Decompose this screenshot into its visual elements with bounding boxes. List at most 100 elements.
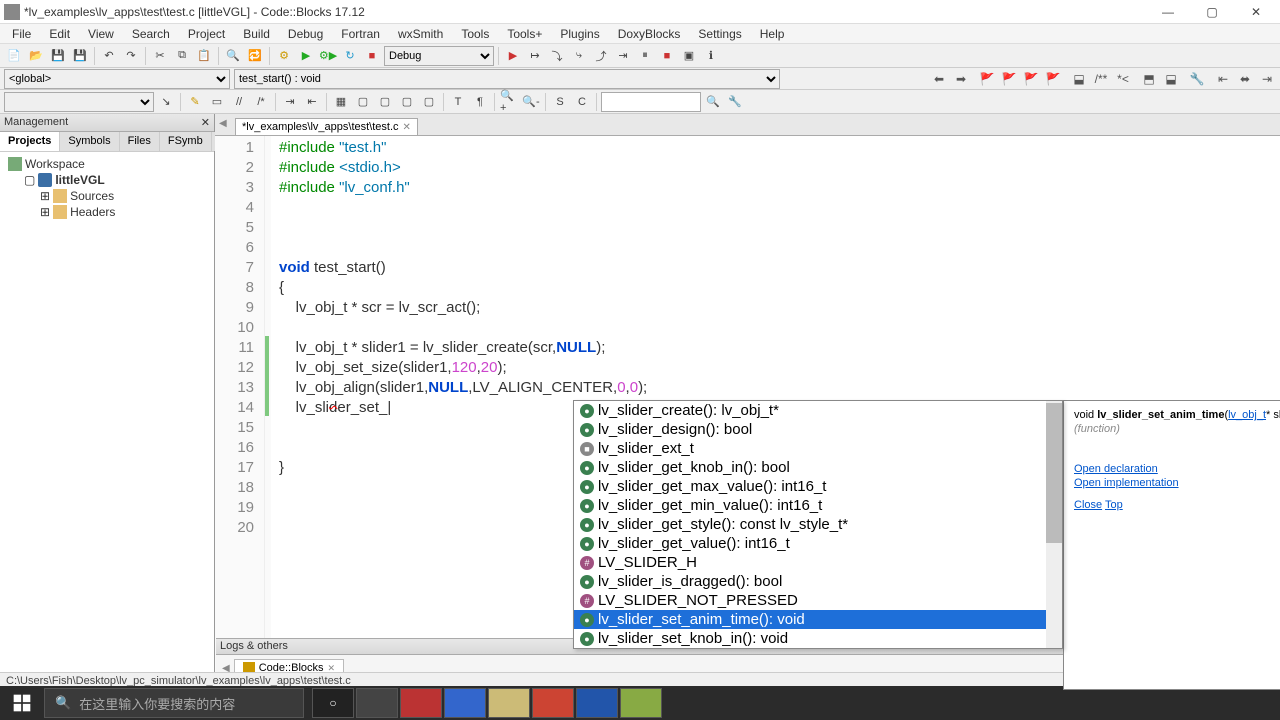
- redo-icon[interactable]: ↷: [121, 46, 141, 66]
- step-over-icon[interactable]: ⤵: [547, 46, 567, 66]
- tab-projects[interactable]: Projects: [0, 132, 60, 151]
- menu-settings[interactable]: Settings: [690, 25, 749, 43]
- jump-icon[interactable]: ⬌: [1236, 70, 1254, 88]
- block-comment-icon[interactable]: /*: [251, 92, 271, 112]
- box3-icon[interactable]: ▢: [397, 92, 417, 112]
- headers-folder[interactable]: Headers: [70, 205, 115, 219]
- paste-icon[interactable]: 📋: [194, 46, 214, 66]
- step-into-icon[interactable]: ⤷: [569, 46, 589, 66]
- scope-select-right[interactable]: test_start() : void: [234, 69, 780, 89]
- sources-folder[interactable]: Sources: [70, 189, 114, 203]
- tab-scroll-left-icon[interactable]: ◀: [219, 118, 227, 129]
- doc-close-link[interactable]: Close: [1074, 499, 1102, 511]
- autocomplete-item[interactable]: ●lv_slider_get_knob_in(): bool: [574, 458, 1062, 477]
- menu-project[interactable]: Project: [180, 25, 233, 43]
- menu-fortran[interactable]: Fortran: [333, 25, 388, 43]
- tab-symbols[interactable]: Symbols: [60, 132, 119, 151]
- menu-plugins[interactable]: Plugins: [552, 25, 607, 43]
- tab-files[interactable]: Files: [120, 132, 160, 151]
- chart-icon[interactable]: ⬓: [1162, 70, 1180, 88]
- autocomplete-item[interactable]: ●lv_slider_get_min_value(): int16_t: [574, 496, 1062, 515]
- search-opts-icon[interactable]: 🔧: [725, 92, 745, 112]
- nav-fwd-icon[interactable]: ➡: [952, 70, 970, 88]
- menu-tools+[interactable]: Tools+: [499, 25, 550, 43]
- autocomplete-item[interactable]: ●lv_slider_design(): bool: [574, 420, 1062, 439]
- indent-icon[interactable]: ⇥: [280, 92, 300, 112]
- search-go-icon[interactable]: 🔍: [703, 92, 723, 112]
- taskbar-word-icon[interactable]: [576, 688, 618, 718]
- box2-icon[interactable]: ▢: [375, 92, 395, 112]
- wrench-icon[interactable]: 🔧: [1188, 70, 1206, 88]
- s-icon[interactable]: S: [550, 92, 570, 112]
- doxy-icon[interactable]: ⬓: [1070, 70, 1088, 88]
- scope-select-left[interactable]: <global>: [4, 69, 230, 89]
- build-target-select[interactable]: Debug: [384, 46, 494, 66]
- menu-debug[interactable]: Debug: [280, 25, 331, 43]
- tab-fsymb[interactable]: FSymb: [160, 132, 212, 151]
- taskbar-edge-icon[interactable]: [444, 688, 486, 718]
- undo-icon[interactable]: ↶: [99, 46, 119, 66]
- taskbar-search[interactable]: 🔍 在这里输入你要搜索的内容: [44, 688, 304, 718]
- box1-icon[interactable]: ▢: [353, 92, 373, 112]
- expand-icon[interactable]: ⊞: [40, 189, 50, 203]
- maximize-button[interactable]: ▢: [1192, 2, 1232, 22]
- bookmark-next-icon[interactable]: 🚩: [1022, 70, 1040, 88]
- jump-to-icon[interactable]: ↘: [156, 92, 176, 112]
- debug-windows-icon[interactable]: ▣: [679, 46, 699, 66]
- build-run-icon[interactable]: ⚙▶: [318, 46, 338, 66]
- save-icon[interactable]: 💾: [48, 46, 68, 66]
- autocomplete-item[interactable]: ●lv_slider_get_style(): const lv_style_t…: [574, 515, 1062, 534]
- panel-close-icon[interactable]: ✕: [201, 116, 210, 129]
- expand-icon[interactable]: ▢: [24, 173, 35, 187]
- nav-back-icon[interactable]: ⬅: [930, 70, 948, 88]
- save-all-icon[interactable]: 💾: [70, 46, 90, 66]
- bookmark-toggle-icon[interactable]: 🚩: [978, 70, 996, 88]
- abort-icon[interactable]: ■: [362, 46, 382, 66]
- editor-tab[interactable]: *lv_examples\lv_apps\test\test.c ✕: [235, 118, 418, 135]
- autocomplete-item[interactable]: ●lv_slider_set_anim_time(): void: [574, 610, 1062, 629]
- doc-type-link[interactable]: lv_obj_t: [1228, 409, 1266, 421]
- unindent-icon[interactable]: ⇤: [302, 92, 322, 112]
- taskbar-powerpoint-icon[interactable]: [532, 688, 574, 718]
- find-icon[interactable]: 🔍: [223, 46, 243, 66]
- jump-back-icon[interactable]: ⇤: [1214, 70, 1232, 88]
- bookmark-clear-icon[interactable]: 🚩: [1044, 70, 1062, 88]
- stop-icon[interactable]: ■: [657, 46, 677, 66]
- menu-file[interactable]: File: [4, 25, 39, 43]
- doxy-block-icon[interactable]: *<: [1114, 70, 1132, 88]
- menu-help[interactable]: Help: [752, 25, 793, 43]
- project-tree[interactable]: Workspace ▢littleVGL ⊞Sources ⊞Headers: [0, 152, 214, 694]
- menu-build[interactable]: Build: [235, 25, 278, 43]
- selection-icon[interactable]: ▭: [207, 92, 227, 112]
- taskbar-explorer-icon[interactable]: [488, 688, 530, 718]
- jump-fwd-icon[interactable]: ⇥: [1258, 70, 1276, 88]
- c-icon[interactable]: C: [572, 92, 592, 112]
- bookmark-prev-icon[interactable]: 🚩: [1000, 70, 1018, 88]
- project-node[interactable]: littleVGL: [55, 173, 104, 187]
- zoom-in-icon[interactable]: 🔍+: [499, 92, 519, 112]
- open-implementation-link[interactable]: Open implementation: [1074, 477, 1280, 489]
- build-icon[interactable]: ⚙: [274, 46, 294, 66]
- step-instruction-icon[interactable]: ⇥: [613, 46, 633, 66]
- close-button[interactable]: ✕: [1236, 2, 1276, 22]
- debug-run-icon[interactable]: ▶: [503, 46, 523, 66]
- autocomplete-popup[interactable]: ●lv_slider_create(): lv_obj_t*●lv_slider…: [573, 400, 1063, 649]
- autocomplete-item[interactable]: #LV_SLIDER_NOT_PRESSED: [574, 591, 1062, 610]
- cortana-icon[interactable]: ○: [312, 688, 354, 718]
- settings-icon[interactable]: ⬒: [1140, 70, 1158, 88]
- expand-icon[interactable]: ⊞: [40, 205, 50, 219]
- box4-icon[interactable]: ▢: [419, 92, 439, 112]
- autocomplete-item[interactable]: ●lv_slider_create(): lv_obj_t*: [574, 401, 1062, 420]
- taskview-icon[interactable]: [356, 688, 398, 718]
- doc-top-link[interactable]: Top: [1105, 499, 1123, 511]
- new-file-icon[interactable]: 📄: [4, 46, 24, 66]
- search-input[interactable]: [601, 92, 701, 112]
- autocomplete-item[interactable]: ●lv_slider_get_max_value(): int16_t: [574, 477, 1062, 496]
- menu-tools[interactable]: Tools: [453, 25, 497, 43]
- menu-search[interactable]: Search: [124, 25, 178, 43]
- step-out-icon[interactable]: ⤴: [591, 46, 611, 66]
- taskbar-app-1[interactable]: [400, 688, 442, 718]
- replace-icon[interactable]: 🔁: [245, 46, 265, 66]
- menu-edit[interactable]: Edit: [41, 25, 78, 43]
- select-all-icon[interactable]: ▦: [331, 92, 351, 112]
